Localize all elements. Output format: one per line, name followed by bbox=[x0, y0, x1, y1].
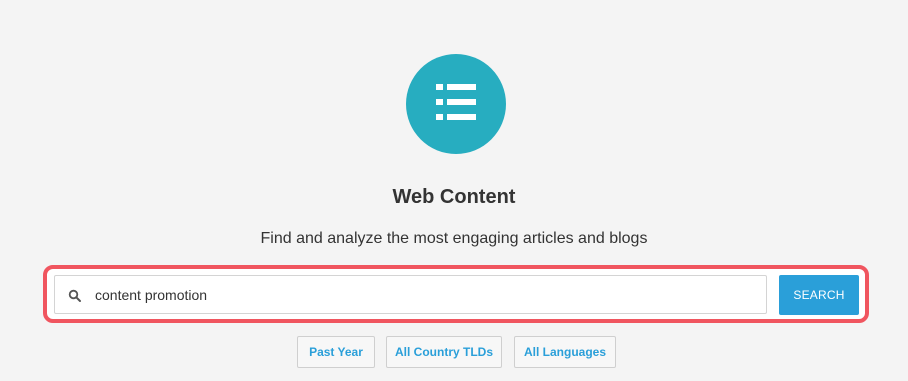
search-input[interactable] bbox=[95, 276, 755, 313]
search-filters: Past Year All Country TLDs All Languages bbox=[0, 336, 908, 368]
web-content-logo bbox=[406, 54, 506, 154]
page-subtitle: Find and analyze the most engaging artic… bbox=[260, 230, 648, 247]
search-button[interactable]: SEARCH bbox=[779, 275, 859, 315]
filter-time-period-button[interactable]: Past Year bbox=[297, 336, 375, 368]
search-box[interactable] bbox=[54, 275, 767, 314]
filter-country-tld-button[interactable]: All Country TLDs bbox=[386, 336, 502, 368]
filter-language-button[interactable]: All Languages bbox=[514, 336, 616, 368]
list-icon bbox=[436, 84, 476, 120]
page-title: Web Content bbox=[392, 186, 516, 208]
search-icon bbox=[68, 289, 81, 302]
web-content-search-page: Web Content Find and analyze the most en… bbox=[0, 0, 908, 381]
